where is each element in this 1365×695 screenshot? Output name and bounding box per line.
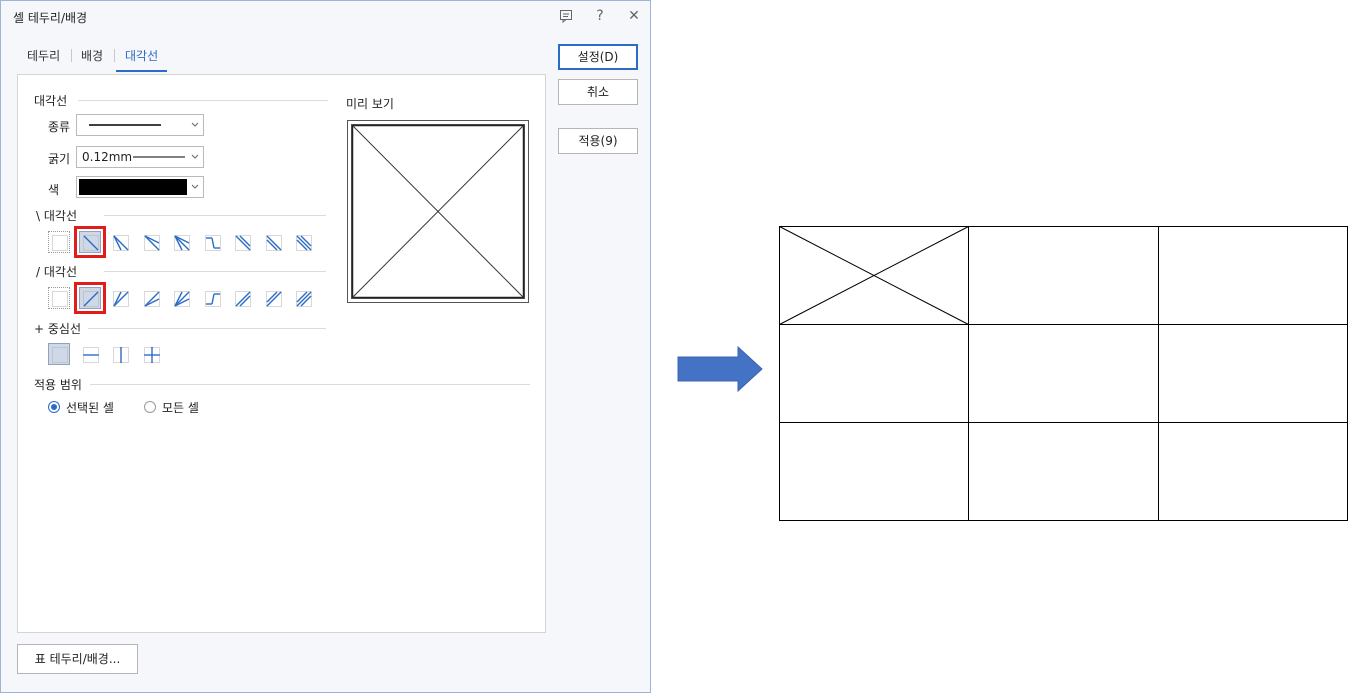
line-type-select[interactable] bbox=[76, 114, 204, 136]
radio-selected-cells[interactable] bbox=[48, 401, 60, 413]
back-style-button[interactable] bbox=[200, 231, 223, 253]
thickness-select[interactable]: 0.12mm bbox=[76, 146, 204, 168]
title-bar: 셀 테두리/배경 ? ✕ bbox=[1, 1, 650, 31]
back-line-icon bbox=[52, 235, 68, 251]
slash-line-icon bbox=[296, 291, 312, 307]
center-line-title: + 중심선 bbox=[34, 322, 81, 336]
apply-button[interactable]: 적용(9) bbox=[558, 128, 638, 154]
preview-title: 미리 보기 bbox=[346, 97, 394, 111]
dialog-title: 셀 테두리/배경 bbox=[13, 11, 88, 25]
help-icon[interactable]: ? bbox=[591, 7, 609, 25]
center-line-icon bbox=[82, 347, 99, 363]
slash-style-button[interactable] bbox=[261, 287, 284, 309]
back-style-button[interactable] bbox=[48, 231, 70, 253]
section-divider bbox=[90, 384, 530, 385]
radio-all-cells-label[interactable]: 모든 셀 bbox=[162, 399, 199, 416]
slash-line-icon bbox=[113, 291, 129, 307]
thickness-label: 굵기 bbox=[48, 152, 71, 166]
back-line-icon bbox=[204, 235, 221, 251]
section-divider bbox=[104, 215, 326, 216]
right-arrow-icon bbox=[677, 346, 763, 392]
section-divider bbox=[78, 100, 328, 101]
color-swatch bbox=[79, 179, 187, 195]
thickness-value: 0.12mm bbox=[82, 150, 133, 164]
back-style-button[interactable] bbox=[109, 231, 131, 253]
slash-style-button[interactable] bbox=[231, 287, 253, 309]
back-line-icon bbox=[113, 235, 129, 251]
tab-background[interactable]: 배경 bbox=[81, 47, 103, 70]
tab-divider bbox=[71, 49, 72, 62]
chevron-down-icon bbox=[191, 154, 199, 159]
center-style-button[interactable] bbox=[139, 343, 162, 365]
back-style-button[interactable] bbox=[170, 231, 192, 253]
slash-style-button[interactable] bbox=[200, 287, 223, 309]
preview-box bbox=[347, 120, 529, 303]
slash-style-button[interactable] bbox=[292, 287, 314, 309]
tab-divider bbox=[114, 49, 115, 62]
cell-border-dialog: 셀 테두리/배경 ? ✕ 테두리 배경 대각선 대각선 종류 굵기 0.12mm… bbox=[0, 0, 651, 693]
back-style-button[interactable] bbox=[292, 231, 314, 253]
table-border-button[interactable]: 표 테두리/배경... bbox=[17, 644, 138, 674]
radio-all-cells[interactable] bbox=[144, 401, 156, 413]
section-divider bbox=[88, 328, 326, 329]
radio-selected-cells-label[interactable]: 선택된 셀 bbox=[66, 399, 114, 416]
back-selection-highlight bbox=[73, 226, 106, 258]
section-divider bbox=[104, 271, 326, 272]
backslash-diagonal-title: \ 대각선 bbox=[36, 209, 77, 223]
comment-icon[interactable] bbox=[557, 7, 575, 25]
color-label: 색 bbox=[48, 183, 60, 197]
tab-diagonal[interactable]: 대각선 bbox=[116, 47, 168, 72]
slash-line-icon bbox=[174, 291, 190, 307]
slash-line-icon bbox=[52, 291, 68, 307]
back-line-icon bbox=[174, 235, 190, 251]
chevron-down-icon bbox=[191, 184, 199, 189]
back-style-button[interactable] bbox=[231, 231, 253, 253]
back-line-icon bbox=[235, 235, 251, 251]
slash-style-button[interactable] bbox=[139, 287, 162, 309]
slash-style-button[interactable] bbox=[170, 287, 192, 309]
diagonal-section-title: 대각선 bbox=[34, 94, 68, 108]
center-style-button[interactable] bbox=[109, 343, 131, 365]
tab-border[interactable]: 테두리 bbox=[27, 47, 60, 70]
slash-diagonal-title: / 대각선 bbox=[36, 265, 77, 279]
slash-line-icon bbox=[204, 291, 221, 307]
slash-line-icon bbox=[235, 291, 251, 307]
slash-style-button[interactable] bbox=[109, 287, 131, 309]
chevron-down-icon bbox=[191, 122, 199, 127]
close-icon[interactable]: ✕ bbox=[625, 7, 643, 25]
line-type-label: 종류 bbox=[48, 120, 71, 134]
slash-selection-highlight bbox=[73, 282, 106, 314]
center-line-icon bbox=[113, 347, 129, 363]
back-line-icon bbox=[265, 235, 282, 251]
slash-line-icon bbox=[143, 291, 160, 307]
slash-line-icon bbox=[265, 291, 282, 307]
result-table bbox=[779, 226, 1348, 521]
ok-button[interactable]: 설정(D) bbox=[558, 44, 638, 70]
color-select[interactable] bbox=[76, 176, 204, 198]
back-style-button[interactable] bbox=[261, 231, 284, 253]
back-line-icon bbox=[296, 235, 312, 251]
center-style-button[interactable] bbox=[78, 343, 101, 365]
cancel-button[interactable]: 취소 bbox=[558, 79, 638, 105]
center-style-button[interactable] bbox=[48, 343, 70, 365]
slash-style-button[interactable] bbox=[48, 287, 70, 309]
scope-title: 적용 범위 bbox=[34, 378, 82, 392]
back-style-button[interactable] bbox=[139, 231, 162, 253]
center-line-icon bbox=[52, 347, 68, 363]
thickness-sample bbox=[133, 156, 185, 158]
back-line-icon bbox=[143, 235, 160, 251]
center-line-icon bbox=[143, 347, 160, 363]
line-type-sample bbox=[89, 124, 161, 126]
